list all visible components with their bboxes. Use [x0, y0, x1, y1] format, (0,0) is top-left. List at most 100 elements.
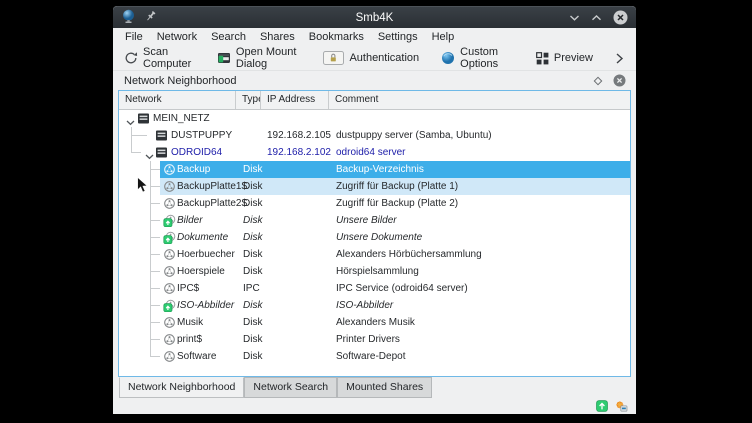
column-header-comment[interactable]: Comment [329, 91, 630, 109]
mount-dialog-icon [217, 51, 231, 65]
menu-item-shares[interactable]: Shares [253, 31, 302, 43]
column-header-type[interactable]: Type [236, 91, 261, 109]
cell-ip [261, 348, 329, 365]
tree-line [150, 254, 160, 255]
cell-network: DUSTPUPPY [119, 127, 236, 144]
cell-network: Hoerbuecher [119, 246, 236, 263]
table-row-backup[interactable]: BackupDiskBackup-Verzeichnis [119, 161, 630, 178]
table-header: NetworkTypeIP AddressComment [119, 91, 630, 110]
item-label: ISO-Abbilder [177, 297, 234, 314]
pin-icon[interactable] [144, 10, 157, 26]
cell-ip [261, 297, 329, 314]
tab-network-search[interactable]: Network Search [244, 377, 337, 398]
toolbar-button-authentication[interactable]: Authentication [323, 51, 419, 65]
menu-item-network[interactable]: Network [150, 31, 204, 43]
tab-network-neighborhood[interactable]: Network Neighborhood [119, 377, 244, 398]
toolbar-button-label: Authentication [349, 52, 419, 64]
share-icon [163, 265, 176, 278]
menubar: FileNetworkSearchSharesBookmarksSettings… [113, 28, 636, 46]
menu-item-file[interactable]: File [118, 31, 150, 43]
share-mounted-icon [163, 214, 176, 227]
table-row-hoerbuecher[interactable]: HoerbuecherDisk Alexanders Hörbüchersamml… [119, 246, 630, 263]
close-button[interactable] [613, 10, 628, 25]
menu-item-settings[interactable]: Settings [371, 31, 425, 43]
menu-item-bookmarks[interactable]: Bookmarks [302, 31, 371, 43]
toolbar-button-open-mount-dialog[interactable]: Open Mount Dialog [217, 46, 302, 70]
column-header-ip-address[interactable]: IP Address [261, 91, 329, 109]
tree-line [131, 135, 147, 136]
table-row-software[interactable]: SoftwareDiskSoftware-Depot [119, 348, 630, 365]
authentication-indicator-icon [615, 400, 628, 413]
share-icon [163, 282, 176, 295]
dock-close-button[interactable] [613, 74, 626, 87]
smb4k-window: Smb4K FileNetworkSearchSharesBookmarksSe… [113, 6, 636, 414]
custom-options-icon [441, 51, 455, 65]
cell-network: ODROID64 [119, 144, 236, 161]
cell-ip [261, 314, 329, 331]
table-row-dokumente[interactable]: DokumenteDiskUnsere Dokumente [119, 229, 630, 246]
titlebar[interactable]: Smb4K [113, 6, 636, 28]
menu-item-help[interactable]: Help [425, 31, 462, 43]
cell-network: IPC$ [119, 280, 236, 297]
toolbar-button-label: Scan Computer [143, 46, 195, 70]
table-row-odroid64[interactable]: ODROID64192.168.2.102odroid64 server [119, 144, 630, 161]
cell-comment: Alexanders Hörbüchersammlung [329, 246, 630, 263]
cell-comment: Alexanders Musik [329, 314, 630, 331]
item-label: print$ [177, 331, 202, 348]
item-label: Backup [177, 161, 210, 178]
item-label: Hoerbuecher [177, 246, 235, 263]
table-row-backupplatte2s[interactable]: BackupPlatte2$DiskZugriff für Backup (Pl… [119, 195, 630, 212]
tree-line [150, 288, 160, 289]
cell-type: Disk [236, 246, 261, 263]
cell-type: Disk [236, 297, 261, 314]
table-row-dustpuppy[interactable]: DUSTPUPPY192.168.2.105dustpuppy server (… [119, 127, 630, 144]
cell-ip [261, 280, 329, 297]
cell-type [236, 127, 261, 144]
toolbar-button-custom-options[interactable]: Custom Options [441, 46, 514, 70]
table-row-bilder[interactable]: BilderDiskUnsere Bilder [119, 212, 630, 229]
item-label: Bilder [177, 212, 203, 229]
workgroup-icon [137, 112, 150, 125]
cell-comment: dustpuppy server (Samba, Ubuntu) [329, 127, 630, 144]
smb4k-app-icon [121, 9, 136, 27]
table-row-backupplatte1s[interactable]: BackupPlatte1$DiskZugriff für Backup (Pl… [119, 178, 630, 195]
share-icon [163, 316, 176, 329]
server-icon [155, 129, 168, 142]
cell-network: Musik [119, 314, 236, 331]
cell-ip [261, 178, 329, 195]
share-icon [163, 197, 176, 210]
tree-line [150, 271, 160, 272]
column-header-network[interactable]: Network [119, 91, 236, 109]
dock-float-button[interactable] [592, 75, 604, 87]
item-label: MEIN_NETZ [153, 110, 210, 127]
preview-icon [536, 52, 549, 65]
toolbar-overflow-icon[interactable] [615, 52, 624, 65]
cell-type: Disk [236, 195, 261, 212]
menu-item-search[interactable]: Search [204, 31, 253, 43]
tree-line [150, 186, 160, 187]
cell-network: print$ [119, 331, 236, 348]
toolbar-button-label: Preview [554, 52, 593, 64]
tree-line [150, 220, 160, 221]
table-row-musik[interactable]: MusikDiskAlexanders Musik [119, 314, 630, 331]
maximize-button[interactable] [591, 14, 602, 22]
minimize-button[interactable] [569, 14, 580, 22]
table-row-hoerspiele[interactable]: HoerspieleDiskHörspielsammlung [119, 263, 630, 280]
share-icon [163, 333, 176, 346]
tree-line [150, 339, 160, 340]
toolbar-button-preview[interactable]: Preview [536, 52, 593, 65]
cell-type [236, 110, 261, 127]
toolbar-button-scan-computer[interactable]: Scan Computer [124, 46, 195, 70]
desktop: Smb4K FileNetworkSearchSharesBookmarksSe… [0, 0, 752, 423]
cell-type: Disk [236, 263, 261, 280]
lock-icon [323, 51, 344, 65]
cell-comment: Printer Drivers [329, 331, 630, 348]
network-table: NetworkTypeIP AddressComment MEIN_NETZDU… [118, 90, 631, 377]
table-row-mein-netz[interactable]: MEIN_NETZ [119, 110, 630, 127]
table-row-ipcs[interactable]: IPC$IPCIPC Service (odroid64 server) [119, 280, 630, 297]
cell-type: Disk [236, 331, 261, 348]
table-row-prints[interactable]: print$ Disk Printer Drivers [119, 331, 630, 348]
tab-mounted-shares[interactable]: Mounted Shares [337, 377, 432, 398]
table-row-iso-abbilder[interactable]: ISO-AbbilderDiskISO-Abbilder [119, 297, 630, 314]
window-title: Smb4K [113, 12, 636, 24]
